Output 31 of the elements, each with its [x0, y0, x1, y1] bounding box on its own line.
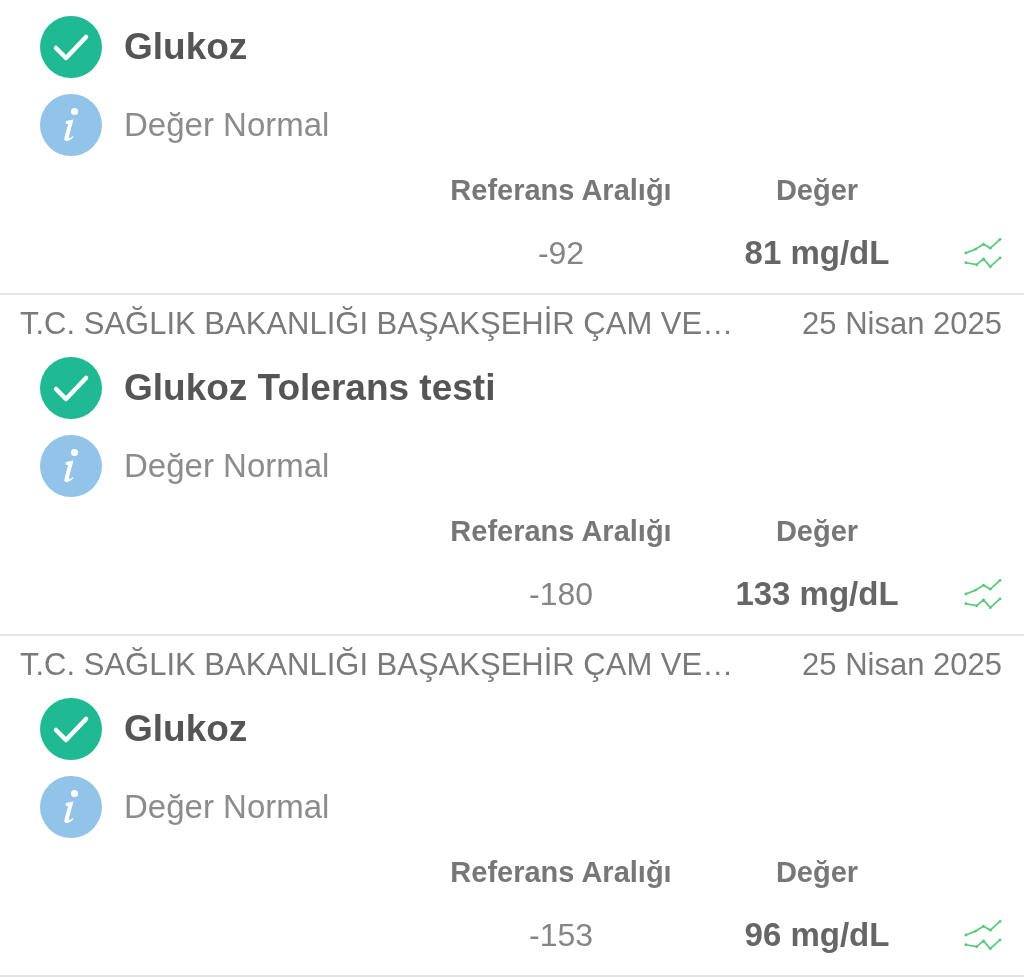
info-icon: [40, 776, 102, 838]
status-note: Değer Normal: [124, 447, 330, 485]
info-icon: [40, 435, 102, 497]
value-label: Değer: [774, 515, 860, 548]
reference-range-label: Referans Aralığı: [449, 856, 673, 889]
value-label: Değer: [774, 174, 860, 207]
check-circle-icon: [40, 16, 102, 78]
trend-lines-icon[interactable]: [964, 919, 1002, 951]
info-icon: [40, 94, 102, 156]
trend-lines-icon[interactable]: [964, 578, 1002, 610]
check-circle-icon: [40, 357, 102, 419]
status-note: Değer Normal: [124, 106, 330, 144]
result-date: 25 Nisan 2025: [802, 647, 1002, 683]
trend-lines-icon[interactable]: [964, 237, 1002, 269]
result-value: 133 mg/dL: [734, 575, 900, 613]
reference-range-label: Referans Aralığı: [449, 174, 673, 207]
test-name: Glukoz Tolerans testi: [124, 367, 496, 409]
result-value: 81 mg/dL: [743, 234, 891, 272]
status-note: Değer Normal: [124, 788, 330, 826]
check-circle-icon: [40, 698, 102, 760]
institution-name: T.C. SAĞLIK BAKANLIĞI BAŞAKŞEHİR ÇAM VE…: [20, 647, 734, 683]
test-name: Glukoz: [124, 708, 248, 750]
reference-range-value: -92: [536, 234, 586, 272]
institution-name: T.C. SAĞLIK BAKANLIĞI BAŞAKŞEHİR ÇAM VE…: [20, 306, 734, 342]
reference-range-label: Referans Aralığı: [449, 515, 673, 548]
result-date: 25 Nisan 2025: [802, 306, 1002, 342]
value-label: Değer: [774, 856, 860, 889]
reference-range-value: -153: [527, 916, 594, 954]
reference-range-value: -180: [527, 575, 594, 613]
test-name: Glukoz: [124, 26, 248, 68]
result-value: 96 mg/dL: [743, 916, 891, 954]
